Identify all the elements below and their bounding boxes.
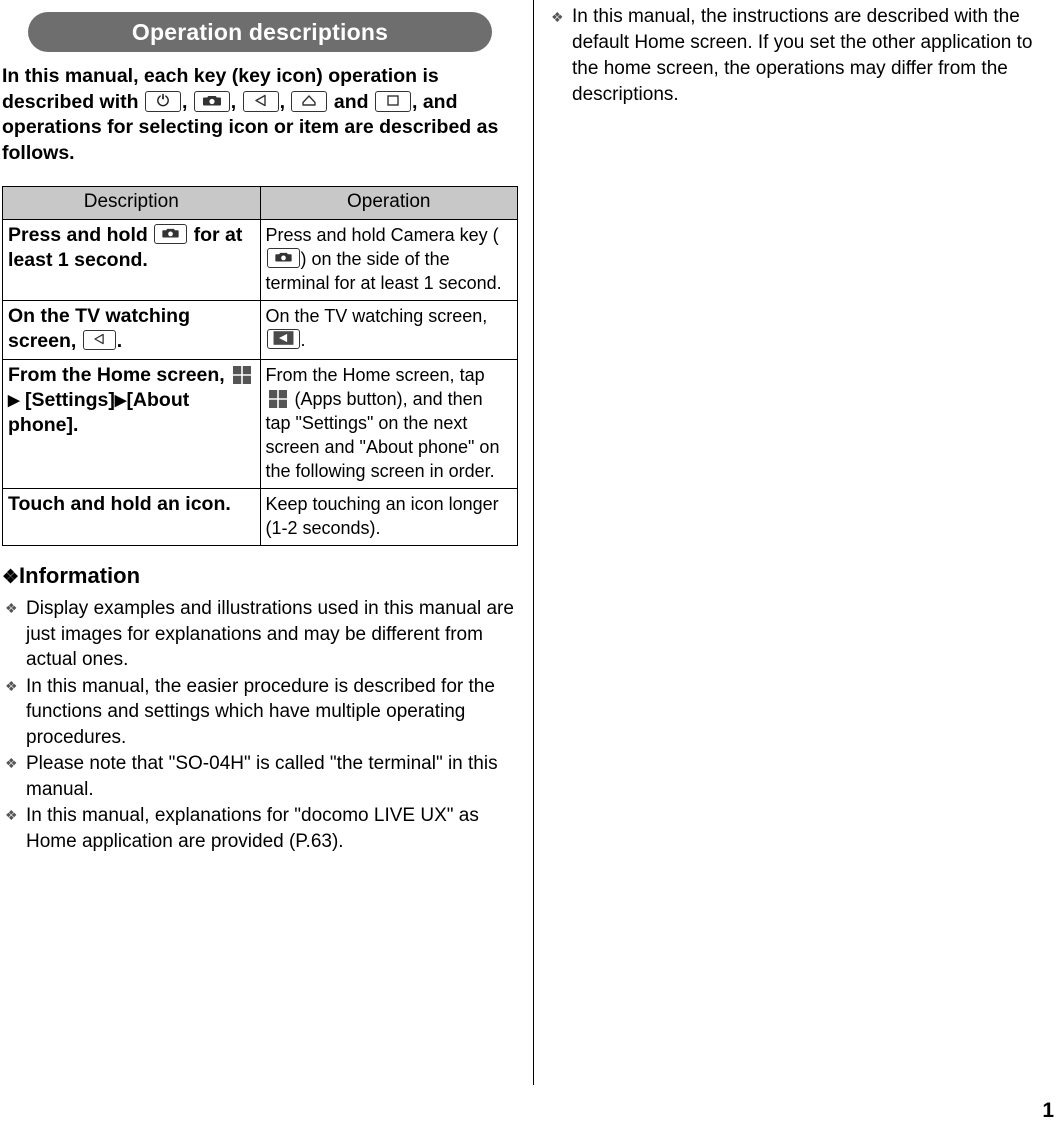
intro-and: and — [333, 90, 369, 113]
square-bullet-icon: ❖ — [551, 9, 564, 25]
operation-description-table: Description Operation Press and hold for… — [2, 186, 518, 546]
arrow-right-icon: ▶ — [114, 392, 127, 409]
table-header-operation: Operation — [259, 186, 518, 220]
left-column: Operation descriptions In this manual, e… — [0, 0, 520, 855]
manual-page: Operation descriptions In this manual, e… — [0, 0, 1060, 1129]
table-row: From the Home screen, ▶ [Settings]▶[Abou… — [2, 359, 518, 489]
row4-description-cell: Touch and hold an icon. — [2, 488, 261, 546]
intro-sep-1: , — [181, 90, 188, 113]
row1-oper-post: ) on the side of the terminal for at lea… — [265, 249, 502, 293]
back-key-icon — [266, 329, 300, 349]
list-item: ❖ Display examples and illustrations used… — [0, 596, 518, 673]
table-row: On the TV watching screen, . On the TV w… — [2, 300, 518, 360]
row2-oper-post: . — [300, 330, 306, 350]
page-number: 1 — [1042, 1099, 1054, 1122]
apps-button-icon — [232, 365, 252, 385]
back-key-icon — [242, 90, 279, 112]
back-key-icon — [82, 330, 116, 350]
camera-key-icon — [154, 224, 188, 244]
right-column: ❖ In this manual, the instructions are de… — [546, 0, 1058, 109]
table-header-row: Description Operation — [2, 186, 518, 220]
intro-sep-2: , — [230, 90, 237, 113]
arrow-right-icon: ▶ — [8, 392, 20, 409]
intro-sep-3: , — [279, 90, 286, 113]
section-title-text: Operation descriptions — [131, 18, 389, 45]
recent-apps-key-icon — [375, 90, 411, 112]
camera-key-icon — [193, 90, 230, 112]
power-key-icon — [144, 90, 181, 112]
square-bullet-icon: ❖ — [5, 600, 18, 616]
table-header-description: Description — [2, 186, 261, 220]
list-item: ❖ In this manual, the instructions are de… — [546, 4, 1056, 108]
camera-key-icon — [266, 248, 300, 268]
list-item: ❖ Please note that "SO-04H" is called "th… — [0, 751, 518, 802]
list-item-text: Please note that "SO-04H" is called "the… — [26, 753, 498, 800]
list-item-text: In this manual, the instructions are des… — [572, 6, 1033, 105]
column-divider — [533, 0, 534, 1085]
row1-oper-pre: Press and hold Camera key ( — [265, 225, 499, 245]
row3-desc-pre: From the Home screen, — [8, 364, 225, 386]
row3-description-cell: From the Home screen, ▶ [Settings]▶[Abou… — [2, 359, 261, 489]
row3-oper-pre: From the Home screen, tap — [265, 365, 485, 385]
row2-desc-post: . — [116, 330, 123, 352]
information-heading-text: Information — [19, 563, 141, 588]
square-bullet-icon: ❖ — [5, 677, 18, 694]
row1-description-cell: Press and hold for at least 1 second. — [2, 219, 261, 301]
row1-operation-cell: Press and hold Camera key ( ) on the sid… — [259, 219, 518, 301]
right-column-list: ❖ In this manual, the instructions are de… — [546, 4, 1056, 108]
row1-desc-pre: Press and hold — [8, 224, 148, 246]
apps-button-icon — [268, 389, 288, 409]
table-row: Press and hold for at least 1 second. Pr… — [2, 219, 518, 301]
list-item: ❖ In this manual, explanations for "docom… — [0, 803, 518, 854]
square-bullet-icon: ❖ — [5, 807, 18, 823]
information-heading: ❖Information — [2, 562, 520, 592]
row2-oper-pre: On the TV watching screen, — [265, 306, 488, 326]
section-title-banner: Operation descriptions — [28, 12, 492, 52]
row4-operation-cell: Keep touching an icon longer (1-2 second… — [259, 488, 518, 546]
table-row: Touch and hold an icon. Keep touching an… — [2, 488, 518, 546]
square-bullet-icon: ❖ — [5, 755, 18, 771]
row3-operation-cell: From the Home screen, tap (Apps button),… — [259, 359, 518, 489]
row3-oper-post: (Apps button), and then tap "Settings" o… — [265, 389, 500, 481]
row3-desc-post: [Settings] — [24, 389, 115, 411]
home-key-icon — [291, 90, 328, 112]
row2-operation-cell: On the TV watching screen, . — [259, 300, 518, 360]
list-item-text: Display examples and illustrations used … — [26, 598, 514, 670]
flower-bullet-icon: ❖ — [2, 567, 20, 588]
intro-paragraph: In this manual, each key (key icon) oper… — [2, 64, 518, 166]
list-item: ❖ In this manual, the easier procedure is… — [0, 674, 518, 751]
list-item-text: In this manual, explanations for "docomo… — [26, 805, 479, 852]
list-item-text: In this manual, the easier procedure is … — [26, 675, 495, 748]
information-list: ❖ Display examples and illustrations used… — [0, 596, 518, 854]
row2-description-cell: On the TV watching screen, . — [2, 300, 261, 360]
